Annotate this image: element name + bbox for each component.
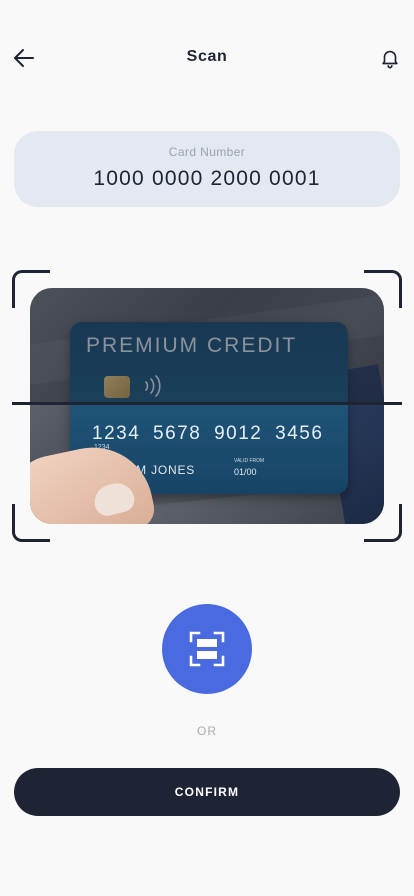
credit-card-number: 1234 5678 9012 3456 — [92, 423, 324, 444]
scan-button[interactable] — [162, 604, 252, 694]
scan-frame-icon — [189, 631, 225, 667]
credit-card-valid-label: VALID FROM — [234, 458, 265, 464]
page-title: Scan — [186, 48, 228, 65]
bell-icon — [382, 50, 398, 69]
scan-overlay — [30, 288, 384, 402]
card-number-label: Card Number — [168, 145, 246, 159]
camera-preview: PREMIUM CREDIT 1234 5678 9012 3456 1234 … — [30, 288, 384, 524]
notification-button[interactable] — [374, 42, 406, 74]
header: Scan — [0, 36, 414, 80]
card-number-value: 1000 0000 2000 0001 — [93, 167, 321, 190]
or-separator: OR — [197, 724, 217, 738]
credit-card-valid-date: 01/00 — [234, 467, 257, 477]
card-scanner-viewfinder: PREMIUM CREDIT 1234 5678 9012 3456 1234 … — [0, 268, 414, 544]
scan-screen: Scan Card Number 1000 0000 2000 0001 PRE… — [0, 0, 414, 896]
card-number-field[interactable]: Card Number 1000 0000 2000 0001 — [14, 131, 400, 207]
confirm-button[interactable]: CONFIRM — [14, 768, 400, 816]
scan-line — [12, 402, 402, 405]
